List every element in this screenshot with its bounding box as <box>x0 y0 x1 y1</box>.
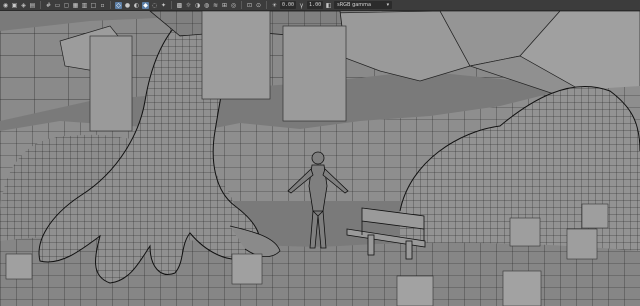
foliage-card <box>201 11 271 100</box>
toolbar-divider <box>40 1 41 9</box>
foliage-card <box>231 253 263 285</box>
gate-mask-icon[interactable]: ▦ <box>72 2 79 9</box>
smooth-shade-icon[interactable]: ● <box>124 2 131 9</box>
exposure-field[interactable]: 0.00 <box>280 1 297 9</box>
xray-active-icon[interactable]: ⊙ <box>255 2 262 9</box>
toolbar-divider <box>171 1 172 9</box>
use-default-material-icon[interactable]: ◐ <box>133 2 140 9</box>
grid-icon[interactable]: # <box>45 2 52 9</box>
camera-select-icon[interactable]: ◉ <box>2 2 9 9</box>
xray-joints-icon[interactable]: ✦ <box>160 2 167 9</box>
gamma-icon[interactable]: γ <box>298 2 305 9</box>
toolbar-divider <box>110 1 111 9</box>
safe-action-icon[interactable]: □ <box>90 2 97 9</box>
color-management-icon[interactable]: ◧ <box>325 2 332 9</box>
resolution-gate-icon[interactable]: ▢ <box>63 2 70 9</box>
toolbar-divider <box>266 1 267 9</box>
foliage-card <box>396 275 434 306</box>
screen-space-ao-icon[interactable]: ◍ <box>203 2 210 9</box>
exposure-icon[interactable]: ☀ <box>271 2 278 9</box>
color-management-dropdown[interactable]: sRGB gamma ▾ <box>334 1 393 9</box>
foliage-card <box>502 270 542 306</box>
bookmarks-icon[interactable]: ◈ <box>20 2 27 9</box>
foliage-card <box>581 203 609 229</box>
safe-title-icon[interactable]: ▫ <box>99 2 106 9</box>
motion-blur-icon[interactable]: ≋ <box>212 2 219 9</box>
wireframe-on-shaded-icon[interactable]: ◆ <box>142 1 149 9</box>
depth-of-field-icon[interactable]: ◎ <box>230 2 237 9</box>
chevron-down-icon: ▾ <box>386 2 390 8</box>
foliage-card <box>5 253 33 280</box>
multisample-aa-icon[interactable]: ⊞ <box>221 2 228 9</box>
foliage-card <box>566 228 598 260</box>
field-chart-icon[interactable]: ▥ <box>81 2 88 9</box>
isolate-select-icon[interactable]: ⊡ <box>246 2 253 9</box>
scene-viewport[interactable] <box>0 11 640 306</box>
foliage-card <box>89 35 133 132</box>
textured-icon[interactable]: ▩ <box>176 2 183 9</box>
shadows-icon[interactable]: ◑ <box>194 2 201 9</box>
wireframe-icon[interactable]: ◇ <box>115 1 122 9</box>
color-management-label: sRGB gamma <box>337 2 372 8</box>
lock-camera-icon[interactable]: ▣ <box>11 2 18 9</box>
foliage-card <box>509 217 541 247</box>
toolbar-divider <box>241 1 242 9</box>
xray-icon[interactable]: ◌ <box>151 2 158 9</box>
foliage-card <box>282 25 347 122</box>
film-gate-icon[interactable]: ▭ <box>54 2 61 9</box>
image-plane-icon[interactable]: ▤ <box>29 2 36 9</box>
lights-icon[interactable]: ☼ <box>185 2 192 9</box>
gamma-field[interactable]: 1.00 <box>307 1 324 9</box>
viewport-toolbar: ◉ ▣ ◈ ▤ # ▭ ▢ ▦ ▥ □ ▫ ◇ ● ◐ ◆ ◌ ✦ ▩ ☼ ◑ … <box>0 0 640 11</box>
